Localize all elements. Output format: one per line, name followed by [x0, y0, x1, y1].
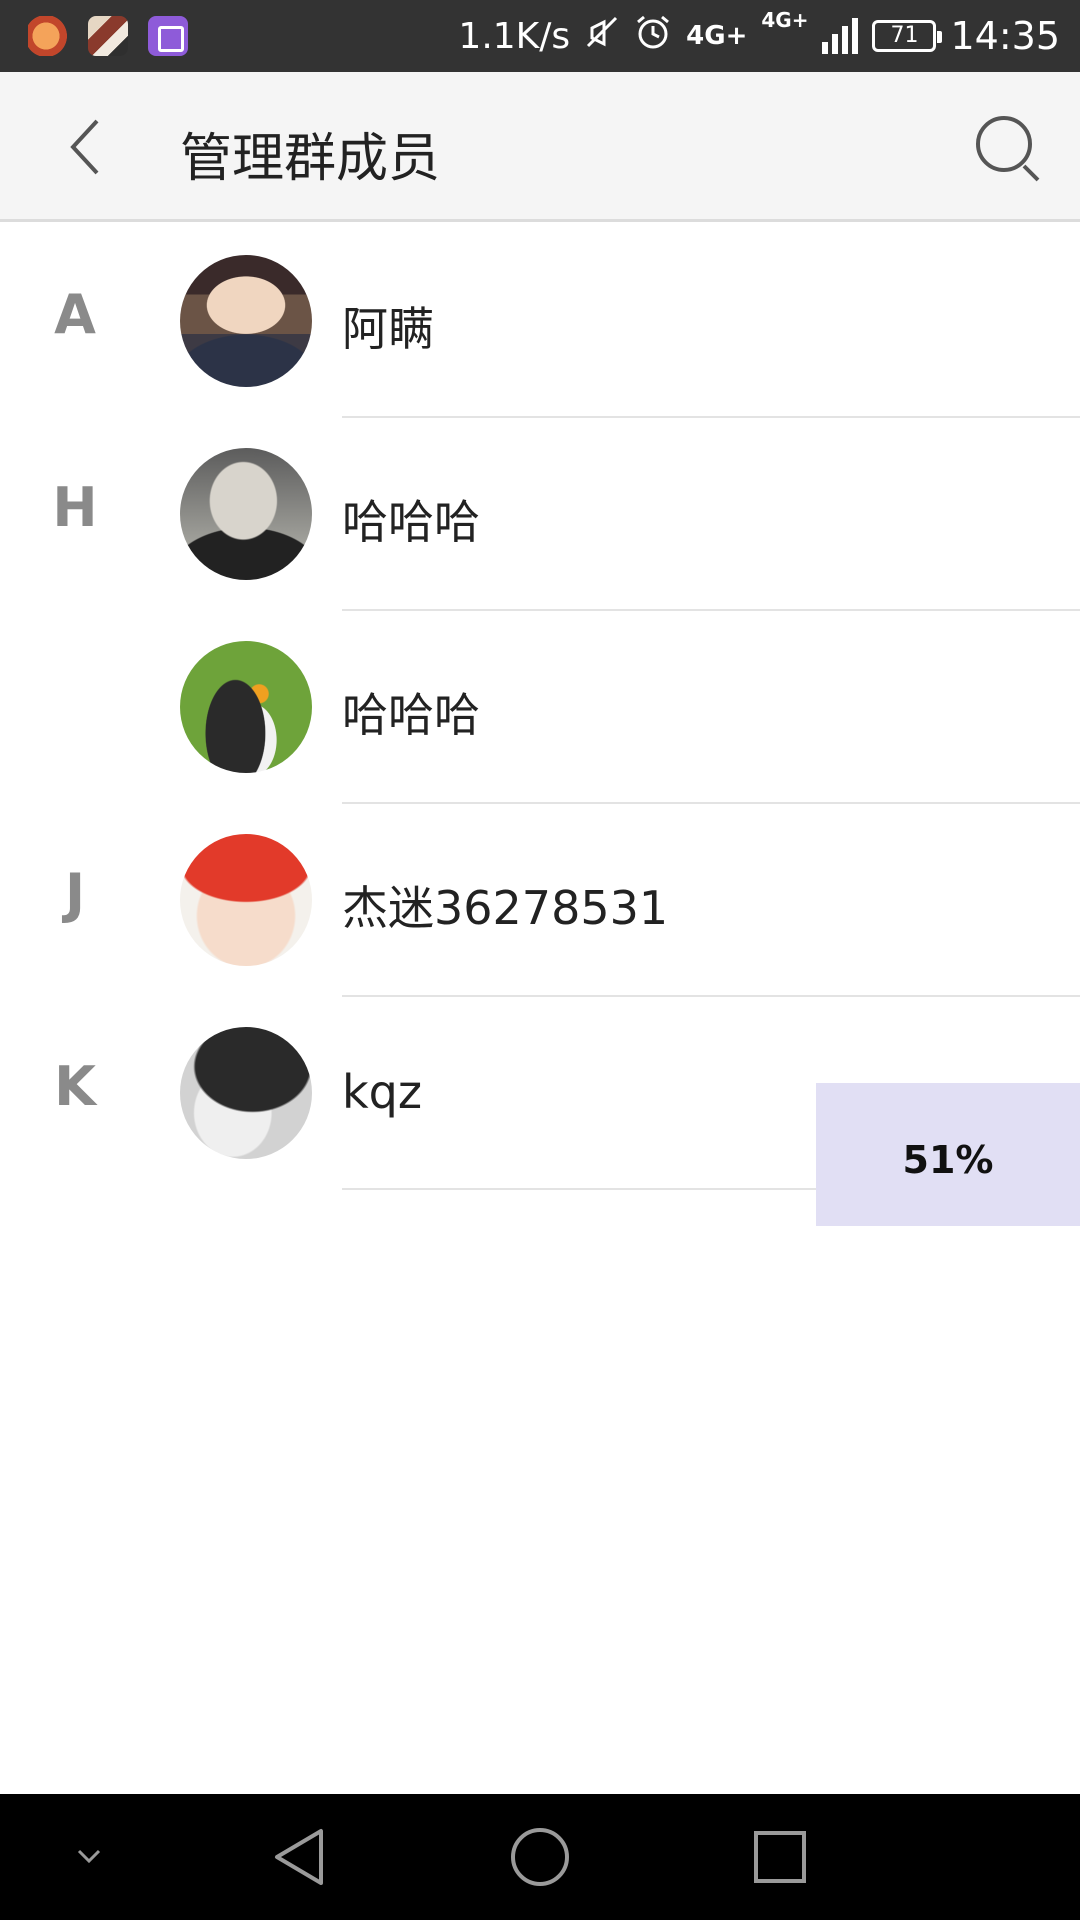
alarm-icon [634, 13, 672, 60]
progress-label: 51% [902, 1137, 994, 1182]
index-letter: A [54, 283, 96, 346]
back-nav-button[interactable] [254, 1812, 344, 1902]
avatar [180, 641, 312, 773]
network-type-secondary-label: 4G+ [761, 8, 809, 32]
navigation-bar [0, 1794, 1080, 1920]
home-button[interactable] [495, 1812, 585, 1902]
mute-icon [584, 14, 620, 59]
collapse-button[interactable] [44, 1812, 134, 1902]
member-name: 阿瞒 [342, 302, 434, 356]
network-type-primary: 4G+ [686, 21, 748, 51]
search-icon [976, 116, 1040, 182]
member-list: A 阿瞒 H 哈哈哈 哈哈哈 J 杰迷36278531 K kqz [0, 225, 1080, 1190]
battery-icon: 71 [872, 20, 943, 52]
app-bar: 管理群成员 [0, 72, 1080, 222]
network-type-secondary: 4G+ [761, 10, 808, 30]
search-button[interactable] [970, 110, 1050, 190]
index-letter: K [54, 1055, 96, 1118]
member-name: kqz [342, 1065, 422, 1119]
avatar [180, 255, 312, 387]
notification-app-icon [28, 16, 68, 56]
member-row[interactable]: J 杰迷36278531 [0, 804, 1080, 997]
member-row[interactable]: H 哈哈哈 [0, 418, 1080, 611]
home-icon [511, 1828, 569, 1886]
status-bar: 1.1K/s 4G+ 4G+ 71 14:35 [0, 0, 1080, 72]
progress-overlay: 51% [816, 1083, 1080, 1226]
page-title: 管理群成员 [180, 129, 441, 189]
index-letter: J [64, 862, 86, 925]
recents-button[interactable] [735, 1812, 825, 1902]
notification-icons [28, 16, 188, 56]
back-button[interactable] [50, 112, 120, 182]
battery-level: 71 [890, 23, 919, 48]
avatar [180, 834, 312, 966]
chevron-left-icon [70, 119, 99, 175]
member-name: 哈哈哈 [342, 495, 480, 549]
index-letter: H [52, 476, 98, 539]
gallery-notification-icon [148, 16, 188, 56]
back-icon [275, 1829, 323, 1885]
avatar [180, 1027, 312, 1159]
member-row[interactable]: A 阿瞒 [0, 225, 1080, 418]
net-speed: 1.1K/s [458, 15, 571, 57]
collapse-icon [77, 1849, 101, 1864]
clock: 14:35 [950, 14, 1060, 58]
status-indicators: 1.1K/s 4G+ 4G+ 71 14:35 [458, 0, 1060, 72]
member-name: 杰迷36278531 [342, 881, 669, 935]
member-row[interactable]: 哈哈哈 [0, 611, 1080, 804]
recents-icon [754, 1831, 806, 1883]
notification-app-icon [88, 16, 128, 56]
network-type: 4G+ [686, 23, 747, 49]
signal-icon [822, 18, 859, 54]
member-name: 哈哈哈 [342, 688, 480, 742]
avatar [180, 448, 312, 580]
